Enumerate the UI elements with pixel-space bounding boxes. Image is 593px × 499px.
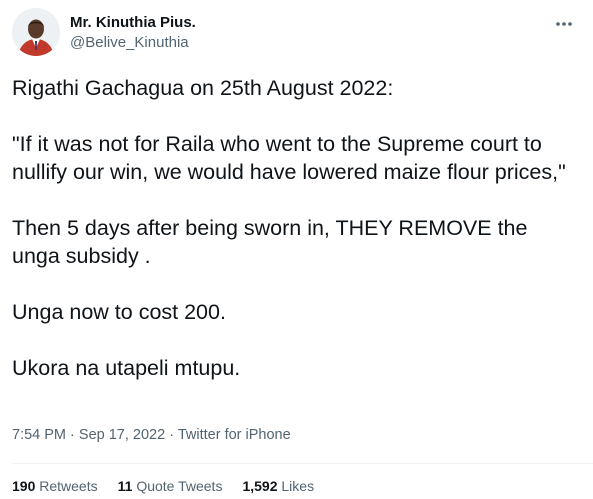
tweet-time[interactable]: 7:54 PM bbox=[12, 427, 66, 443]
tweet-line: Ukora na utapeli mtupu. bbox=[12, 356, 241, 380]
meta-separator: · bbox=[70, 427, 75, 443]
tweet-line-spacer bbox=[12, 102, 577, 130]
tweet-card: Mr. Kinuthia Pius. @Belive_Kinuthia Riga… bbox=[0, 0, 593, 499]
tweet-line: Unga now to cost 200. bbox=[12, 300, 226, 324]
quote-tweets-stat[interactable]: 11 Quote Tweets bbox=[118, 476, 223, 496]
tweet-line: Rigathi Gachagua on 25th August 2022: bbox=[12, 76, 394, 100]
divider bbox=[12, 463, 593, 464]
display-name[interactable]: Mr. Kinuthia Pius. bbox=[70, 13, 196, 33]
quote-tweets-count: 11 bbox=[117, 478, 133, 494]
tweet-meta: 7:54 PM · Sep 17, 2022 · Twitter for iPh… bbox=[12, 425, 291, 445]
avatar[interactable] bbox=[12, 8, 60, 56]
tweet-line-spacer bbox=[12, 326, 577, 354]
avatar-photo-icon bbox=[12, 8, 60, 56]
retweets-label: Retweets bbox=[39, 478, 98, 494]
tweet-line: Then 5 days after being sworn in, THEY R… bbox=[12, 216, 534, 268]
likes-label: Likes bbox=[281, 478, 315, 494]
tweet-source[interactable]: Twitter for iPhone bbox=[178, 427, 291, 443]
more-dots-icon bbox=[556, 22, 572, 26]
likes-stat[interactable]: 1,592 Likes bbox=[242, 476, 314, 496]
retweets-stat[interactable]: 190 Retweets bbox=[12, 476, 98, 496]
more-button[interactable] bbox=[550, 10, 578, 38]
user-info: Mr. Kinuthia Pius. @Belive_Kinuthia bbox=[70, 13, 196, 53]
user-handle[interactable]: @Belive_Kinuthia bbox=[70, 33, 196, 53]
tweet-stats: 190 Retweets 11 Quote Tweets 1,592 Likes bbox=[12, 476, 314, 496]
meta-separator: · bbox=[169, 427, 175, 443]
quote-tweets-label: Quote Tweets bbox=[136, 478, 223, 494]
retweets-count: 190 bbox=[12, 478, 36, 494]
tweet-line-spacer bbox=[12, 186, 577, 214]
tweet-line-spacer bbox=[12, 270, 577, 298]
tweet-text: Rigathi Gachagua on 25th August 2022: "I… bbox=[12, 74, 577, 382]
likes-count: 1,592 bbox=[242, 478, 278, 494]
tweet-header: Mr. Kinuthia Pius. @Belive_Kinuthia bbox=[12, 6, 582, 58]
tweet-date[interactable]: Sep 17, 2022 bbox=[79, 427, 165, 443]
tweet-line: "If it was not for Raila who went to the… bbox=[12, 132, 566, 184]
